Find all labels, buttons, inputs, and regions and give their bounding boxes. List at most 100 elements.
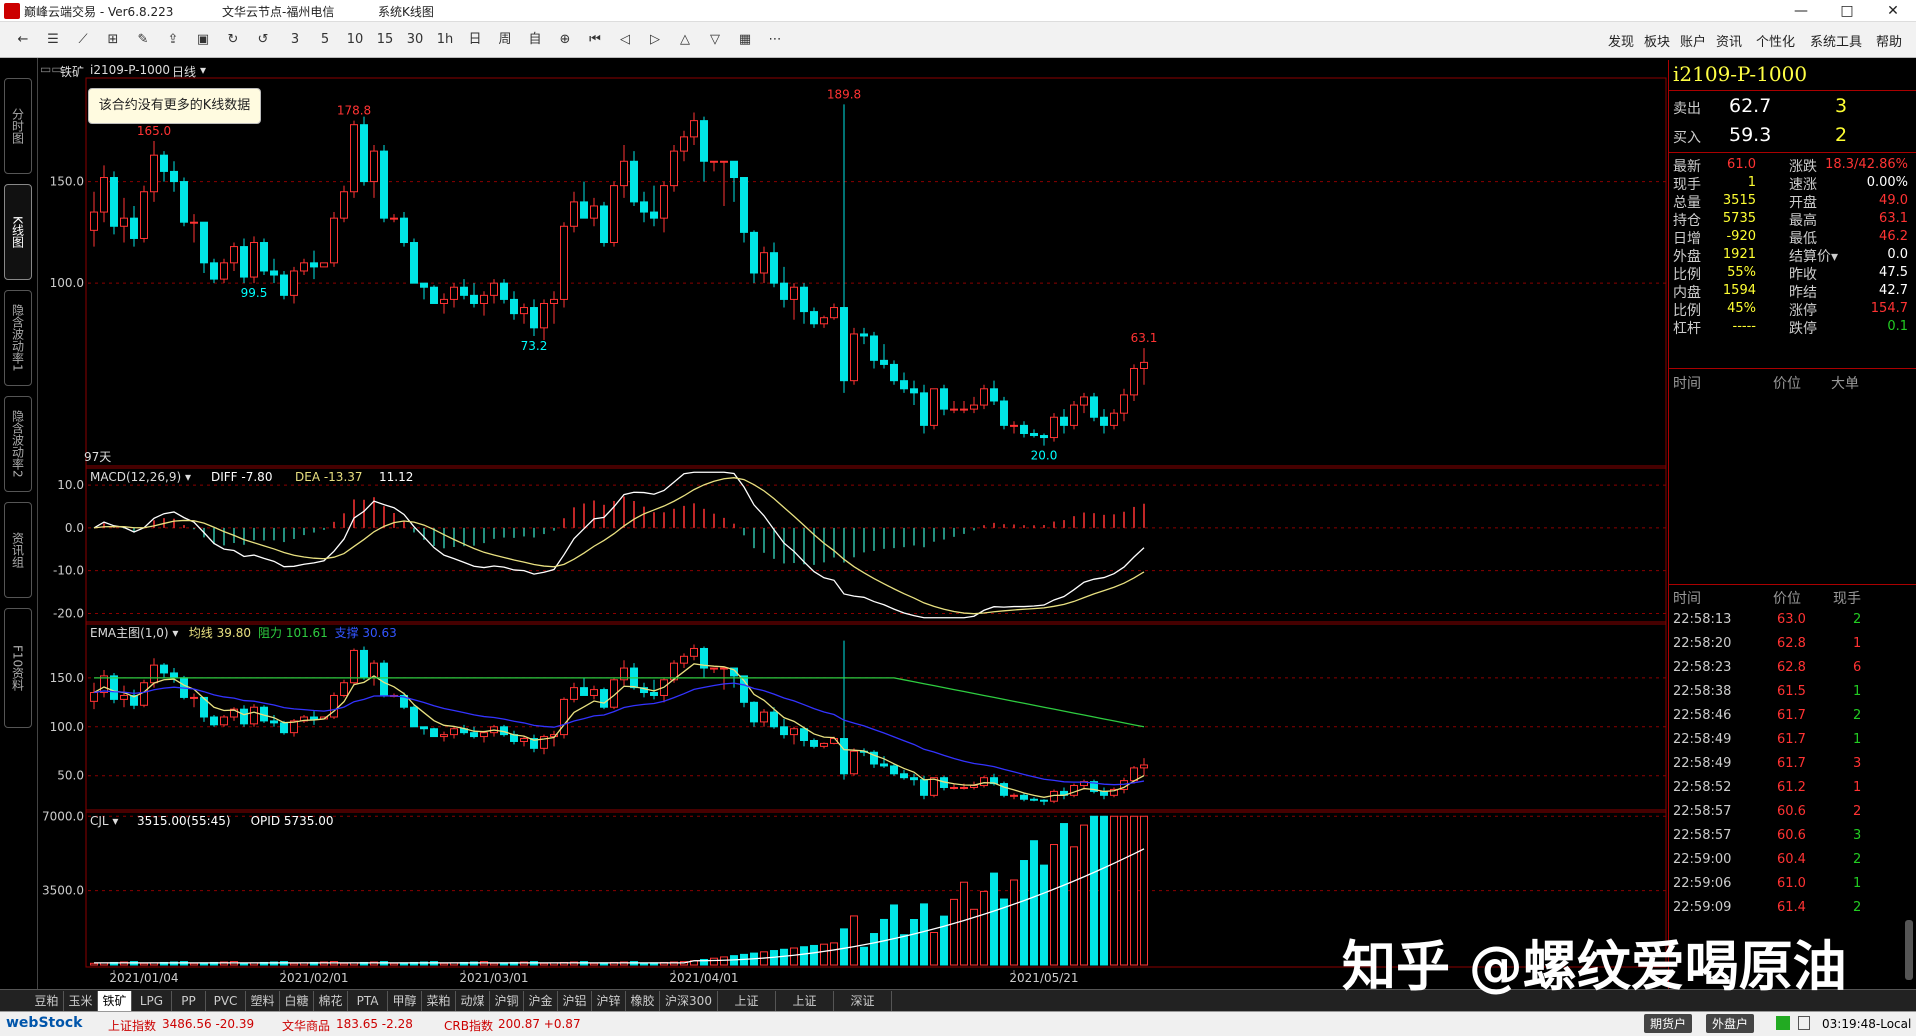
contract-tab[interactable]: 玉米 bbox=[64, 991, 98, 1011]
candle bbox=[650, 211, 658, 219]
volume-bar bbox=[1070, 846, 1078, 966]
candle bbox=[1000, 783, 1008, 796]
menu-personalize[interactable]: 个性化 bbox=[1756, 31, 1795, 50]
volume-bar bbox=[1060, 823, 1068, 966]
ema-legend-name[interactable]: EMA主图(1,0) ▾ bbox=[90, 626, 178, 640]
candle bbox=[690, 647, 698, 657]
candle bbox=[770, 711, 778, 728]
y-tick-label: 0.0 bbox=[65, 521, 84, 535]
candle bbox=[490, 282, 498, 296]
candle bbox=[840, 738, 848, 775]
contract-tab[interactable]: 上证50ETF bbox=[718, 991, 776, 1028]
candle bbox=[760, 252, 768, 274]
tick-hdr-price: 价位 bbox=[1773, 591, 1801, 607]
volume-bar bbox=[240, 962, 248, 966]
quote-value: 3515 bbox=[1722, 193, 1756, 208]
contract-tab[interactable]: 橡胶 bbox=[626, 991, 660, 1011]
contract-tab[interactable]: PVC bbox=[206, 991, 246, 1011]
quote-value: ----- bbox=[1732, 319, 1756, 334]
candle bbox=[620, 160, 628, 187]
contract-tab[interactable]: 塑料 bbox=[246, 991, 280, 1011]
contract-tab[interactable]: 沪金 bbox=[524, 991, 558, 1011]
candle bbox=[1140, 361, 1148, 369]
contract-tab[interactable]: 上证300ETF bbox=[776, 991, 834, 1028]
index3-name[interactable]: CRB指数 bbox=[444, 1017, 493, 1034]
candle bbox=[390, 217, 398, 220]
menu-account[interactable]: 账户 bbox=[1680, 31, 1706, 50]
candle bbox=[440, 734, 448, 738]
candle bbox=[110, 177, 118, 227]
x-tick-label: 2021/05/21 bbox=[1009, 971, 1078, 985]
quote-label: 总量 bbox=[1673, 195, 1701, 211]
y-tick-label: 10.0 bbox=[57, 478, 84, 492]
contract-tab[interactable]: 深证300ETF bbox=[834, 991, 892, 1028]
candle bbox=[350, 124, 358, 193]
tick-time: 22:58:38 bbox=[1673, 684, 1732, 699]
sell-price: 62.7 bbox=[1729, 95, 1772, 117]
candle bbox=[100, 177, 108, 213]
main-candles bbox=[90, 104, 1148, 446]
volume-bar bbox=[790, 947, 798, 966]
tick-qty: 3 bbox=[1853, 756, 1862, 771]
contract-tab[interactable]: 豆粕 bbox=[30, 991, 64, 1011]
tick-scrollbar[interactable] bbox=[1905, 920, 1913, 980]
candle bbox=[920, 779, 928, 796]
foreign-account-button[interactable]: 外盘户 bbox=[1706, 1014, 1755, 1033]
index2-name[interactable]: 文华商品 bbox=[282, 1017, 330, 1034]
index2-value: 183.65 -2.28 bbox=[336, 1017, 413, 1031]
contract-tab[interactable]: PTA bbox=[348, 991, 388, 1011]
candle bbox=[880, 763, 888, 767]
candle bbox=[330, 217, 338, 264]
contract-tab[interactable]: PP bbox=[172, 991, 206, 1011]
quote-label: 最低 bbox=[1789, 231, 1817, 247]
minimize-button[interactable]: — bbox=[1778, 0, 1824, 22]
candle bbox=[1110, 412, 1118, 426]
candle bbox=[580, 201, 588, 219]
close-button[interactable]: ✕ bbox=[1870, 0, 1916, 22]
contract-tab[interactable]: 白糖 bbox=[280, 991, 314, 1011]
extreme-annotation: 178.8 bbox=[337, 104, 371, 118]
macd-legend-name[interactable]: MACD(12,26,9) ▾ bbox=[90, 470, 191, 484]
buy-label: 买入 bbox=[1673, 130, 1701, 146]
contract-tab[interactable]: 沪铜 bbox=[490, 991, 524, 1011]
candle bbox=[660, 185, 668, 219]
kline-chart[interactable]: 165.0 178.8 189.8 99.5 73.2 20.0 63.1 150.0 100… bbox=[0, 0, 1668, 989]
candle bbox=[340, 191, 348, 219]
futures-account-button[interactable]: 期货户 bbox=[1644, 1014, 1693, 1033]
candle bbox=[600, 205, 608, 244]
tick-time: 22:58:46 bbox=[1673, 708, 1732, 723]
contract-tab[interactable]: 甲醇 bbox=[388, 991, 422, 1011]
index3-value: 200.87 +0.87 bbox=[498, 1017, 581, 1031]
contract-tab[interactable]: 铁矿 bbox=[98, 991, 132, 1011]
contract-tab[interactable]: 菜粕 bbox=[422, 991, 456, 1011]
index1-name[interactable]: 上证指数 bbox=[108, 1017, 156, 1034]
menu-help[interactable]: 帮助 bbox=[1876, 31, 1902, 50]
phone-icon bbox=[1798, 1016, 1810, 1030]
maximize-button[interactable]: □ bbox=[1824, 0, 1870, 22]
contract-tab[interactable]: 沪锌 bbox=[592, 991, 626, 1011]
candle bbox=[630, 160, 638, 203]
candle bbox=[890, 363, 898, 382]
y-tick-label: 150.0 bbox=[50, 175, 84, 189]
contract-tab[interactable]: 动煤 bbox=[456, 991, 490, 1011]
contract-tab[interactable]: LPG bbox=[132, 991, 172, 1011]
contract-tab[interactable]: 沪铝 bbox=[558, 991, 592, 1011]
candle bbox=[450, 728, 458, 736]
candle bbox=[260, 242, 268, 272]
quote-label: 比例 bbox=[1673, 303, 1701, 319]
candle bbox=[980, 388, 988, 406]
volume-bar bbox=[340, 962, 348, 966]
contract-tab[interactable]: 沪深300 bbox=[660, 991, 718, 1011]
sell-qty: 3 bbox=[1835, 95, 1848, 117]
candle bbox=[870, 335, 878, 361]
candle bbox=[170, 672, 178, 679]
menu-system-tools[interactable]: 系统工具 bbox=[1810, 31, 1862, 50]
candle bbox=[140, 682, 148, 706]
candle bbox=[370, 150, 378, 183]
contract-tab[interactable]: 棉花 bbox=[314, 991, 348, 1011]
menu-news[interactable]: 资讯 bbox=[1716, 31, 1742, 50]
vol-legend-name[interactable]: CJL ▾ bbox=[90, 814, 118, 828]
tick-time: 22:58:57 bbox=[1673, 828, 1732, 843]
candle bbox=[470, 732, 478, 738]
quote-label: 昨结 bbox=[1789, 285, 1817, 301]
